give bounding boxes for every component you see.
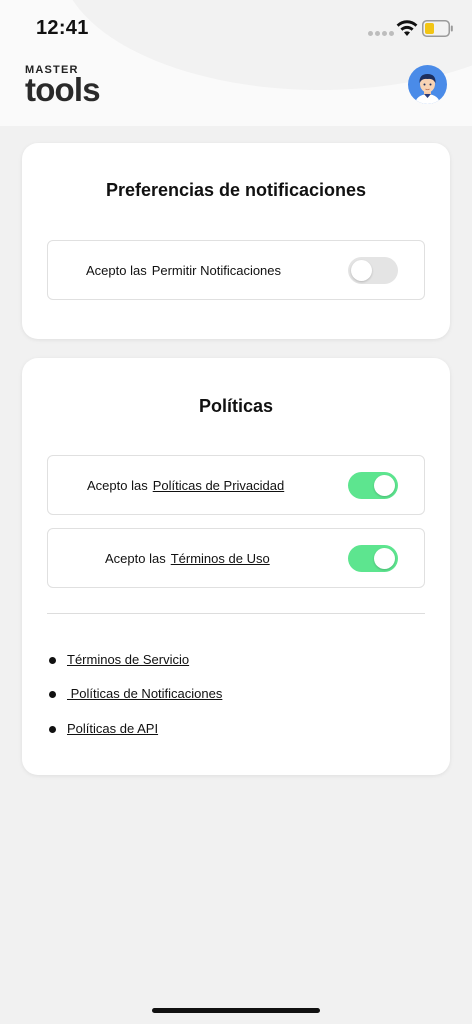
terms-of-use-option: Acepto las Términos de Uso (47, 528, 425, 588)
bullet-icon (49, 726, 56, 733)
toggle-knob (351, 260, 372, 281)
toggle-knob (374, 475, 395, 496)
notifications-title: Preferencias de notificaciones (105, 180, 367, 200)
notification-policies-link[interactable]: Políticas de Notificaciones (67, 686, 223, 701)
privacy-policy-toggle[interactable] (348, 472, 398, 499)
policies-card: Políticas Acepto las Políticas de Privaci… (22, 358, 450, 775)
status-bar: 12:41 (0, 0, 472, 56)
terms-of-use-toggle[interactable] (348, 545, 398, 572)
allow-notifications-toggle[interactable] (348, 257, 398, 284)
policies-title: Políticas (198, 396, 274, 416)
logo-main-text: tools (25, 71, 101, 108)
terms-of-service-link[interactable]: Términos de Servicio (67, 652, 189, 667)
terms-of-use-link[interactable]: Términos de Uso (171, 551, 270, 566)
app-logo: MASTER tools (25, 64, 101, 108)
divider (47, 613, 425, 614)
status-time: 12:41 (36, 17, 89, 39)
avatar[interactable] (408, 65, 447, 104)
signal-icon (368, 31, 394, 36)
wifi-icon (396, 20, 418, 36)
option-prefix: Acepto las (86, 263, 147, 278)
option-prefix: Acepto las (87, 478, 148, 493)
bullet-icon (49, 691, 56, 698)
privacy-policy-text: Acepto las Políticas de Privacidad (87, 478, 284, 493)
bullet-icon (49, 657, 56, 664)
terms-of-use-text: Acepto las Términos de Uso (105, 551, 270, 566)
notifications-card: Preferencias de notificaciones Acepto la… (22, 143, 450, 339)
privacy-policy-link[interactable]: Políticas de Privacidad (153, 478, 285, 493)
allow-notifications-label: Permitir Notificaciones (151, 263, 282, 278)
home-indicator[interactable] (152, 1008, 320, 1013)
toggle-knob (374, 548, 395, 569)
app-header: 12:41 MASTER tools (0, 0, 472, 126)
battery-icon (422, 20, 453, 37)
option-prefix: Acepto las (105, 551, 166, 566)
api-policies-link[interactable]: Políticas de API (67, 721, 158, 736)
notifications-option: Acepto las Permitir Notificaciones (47, 240, 425, 300)
avatar-icon (415, 74, 440, 104)
notifications-option-text: Acepto las Permitir Notificaciones (86, 263, 281, 278)
privacy-policy-option: Acepto las Políticas de Privacidad (47, 455, 425, 515)
